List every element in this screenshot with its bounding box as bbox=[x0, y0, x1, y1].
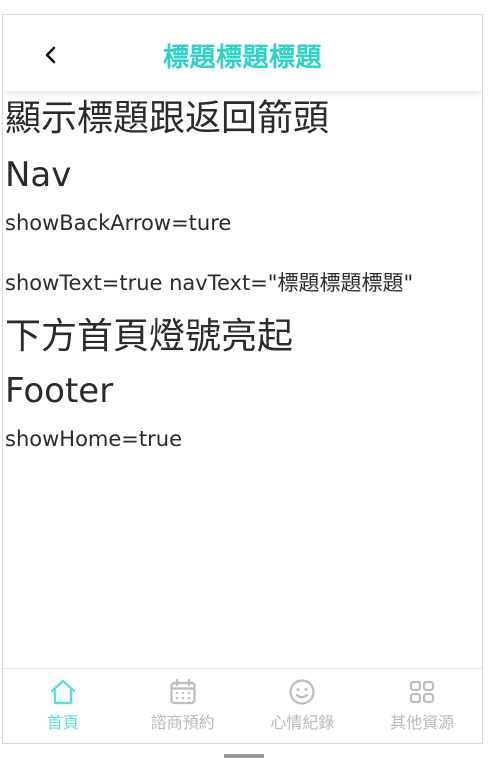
section-subheading-footer: Footer bbox=[5, 371, 114, 411]
tab-label: 心情紀錄 bbox=[270, 713, 335, 732]
calendar-icon bbox=[170, 678, 196, 705]
home-indicator bbox=[224, 754, 264, 758]
tab-label: 諮商預約 bbox=[150, 713, 215, 732]
tab-label: 首頁 bbox=[46, 713, 79, 732]
prop-show-back-arrow: showBackArrow=ture bbox=[5, 211, 232, 235]
grid-icon bbox=[410, 680, 435, 704]
tab-label: 其他資源 bbox=[390, 713, 455, 732]
prop-show-home: showHome=true bbox=[5, 427, 182, 451]
tab-home[interactable]: 首頁 bbox=[3, 669, 123, 743]
nav-title: 標題標題標題 bbox=[162, 43, 322, 73]
bottom-tab-bar: 首頁 諮商預約 心情紀錄 其他資源 bbox=[3, 668, 482, 743]
section-heading-footer: 下方首頁燈號亮起 bbox=[5, 316, 294, 357]
prop-show-text: showText=true navText="標題標題標題" bbox=[5, 271, 414, 295]
main-content: 顯示標題跟返回箭頭 Nav showBackArrow=ture showTex… bbox=[5, 91, 482, 453]
tab-other-resources[interactable]: 其他資源 bbox=[362, 669, 482, 743]
home-icon bbox=[50, 679, 76, 705]
top-navbar: 標題標題標題 bbox=[3, 15, 482, 91]
section-heading-nav: 顯示標題跟返回箭頭 bbox=[5, 98, 330, 139]
tab-counseling-booking[interactable]: 諮商預約 bbox=[123, 669, 243, 743]
app-frame: 標題標題標題 顯示標題跟返回箭頭 Nav showBackArrow=ture … bbox=[2, 14, 483, 744]
section-subheading-nav: Nav bbox=[5, 155, 72, 195]
smiley-icon bbox=[289, 679, 315, 705]
tab-mood-journal[interactable]: 心情紀錄 bbox=[243, 669, 363, 743]
